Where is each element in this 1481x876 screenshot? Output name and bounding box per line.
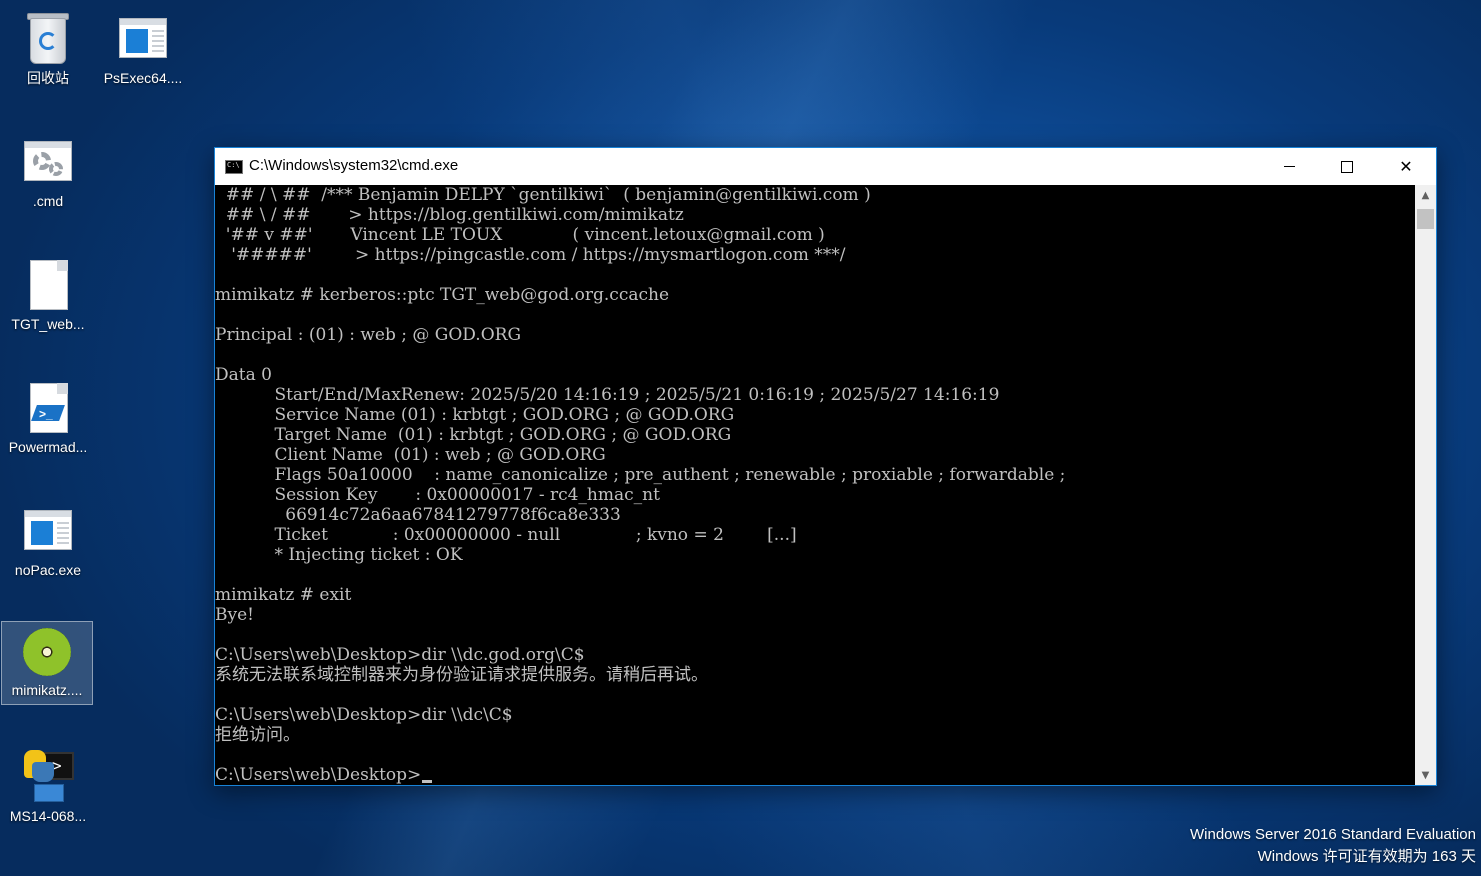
os-watermark: Windows Server 2016 Standard Evaluation … <box>1190 824 1476 868</box>
cmd-window[interactable]: C:\Windows\system32\cmd.exe ✕ ## / \ ## … <box>214 147 1437 786</box>
console-line: mimikatz # exit <box>215 585 352 605</box>
kiwi-icon <box>19 628 75 684</box>
recycle-bin-icon <box>20 10 76 64</box>
console-line: Bye! <box>215 605 254 625</box>
console-line: ## / \ ## /*** Benjamin DELPY `gentilkiw… <box>215 185 871 205</box>
console-line: Session Key : 0x00000017 - rc4_hmac_nt <box>215 485 660 505</box>
minimize-icon <box>1283 166 1295 167</box>
desktop-icon-psexec[interactable]: PsExec64.... <box>97 4 189 88</box>
desktop-icon-label: mimikatz.... <box>11 682 83 698</box>
scroll-down-arrow-icon[interactable]: ▼ <box>1415 765 1436 785</box>
console-line: '## v ##' Vincent LE TOUX ( vincent.leto… <box>215 225 825 245</box>
cmd-file-icon <box>20 133 76 189</box>
cmd-icon[interactable] <box>225 160 243 174</box>
desktop-icon-label: .cmd <box>32 193 64 209</box>
console-line: Principal : (01) : web ; @ GOD.ORG <box>215 325 522 345</box>
console-line: Service Name (01) : krbtgt ; GOD.ORG ; @… <box>215 405 735 425</box>
console-line: '#####' > https://pingcastle.com / https… <box>215 245 846 265</box>
vertical-scrollbar[interactable]: ▲ ▼ <box>1415 185 1436 785</box>
console-line: Data 0 <box>215 365 272 385</box>
maximize-button[interactable] <box>1318 148 1376 185</box>
scrollbar-thumb[interactable] <box>1417 209 1434 229</box>
desktop-icon-nopac[interactable]: noPac.exe <box>2 496 94 580</box>
console-line: Flags 50a10000 : name_canonicalize ; pre… <box>215 465 1066 485</box>
close-button[interactable]: ✕ <box>1377 148 1435 185</box>
watermark-license: Windows 许可证有效期为 163 天 <box>1257 848 1476 865</box>
console-line: * Injecting ticket : OK <box>215 545 463 565</box>
console-line: Ticket : 0x00000000 - null ; kvno = 2 [.… <box>215 525 797 545</box>
desktop-icon-recycle-bin[interactable]: 回收站 <box>2 4 94 88</box>
file-icon <box>20 256 76 312</box>
text-cursor <box>422 780 433 783</box>
console-line: 系统无法联系域控制器来为身份验证请求提供服务。请稍后再试。 <box>215 665 708 685</box>
console-line: Target Name (01) : krbtgt ; GOD.ORG ; @ … <box>215 425 732 445</box>
console-line: Client Name (01) : web ; @ GOD.ORG <box>215 445 606 465</box>
desktop-icon-mimikatz[interactable]: mimikatz.... <box>1 621 93 705</box>
console-line: C:\Users\web\Desktop>dir \\dc\C$ <box>215 705 513 725</box>
console-line: 拒绝访问。 <box>215 725 300 745</box>
desktop-icon-tgt-web[interactable]: TGT_web... <box>2 250 94 334</box>
desktop-icon-label: Powermad... <box>8 439 88 455</box>
desktop-icon-label: TGT_web... <box>11 316 85 332</box>
console-text: ## / \ ## /*** Benjamin DELPY `gentilkiw… <box>215 185 1415 785</box>
powershell-file-icon: >_ <box>20 379 76 435</box>
maximize-icon <box>1341 160 1353 173</box>
watermark-edition: Windows Server 2016 Standard Evaluation <box>1190 826 1476 843</box>
desktop-icon-label: 回收站 <box>27 70 69 86</box>
console-line: C:\Users\web\Desktop> <box>215 765 1415 785</box>
console-line: 66914c72a6aa67841279778f6ca8e333 <box>215 505 621 525</box>
console-line: mimikatz # kerberos::ptc TGT_web@god.org… <box>215 285 670 305</box>
desktop-icon-label: MS14-068... <box>9 808 87 824</box>
console-output[interactable]: ## / \ ## /*** Benjamin DELPY `gentilkiw… <box>215 185 1415 785</box>
desktop-icon-ms14-068[interactable]: MS14-068... <box>2 742 94 826</box>
window-title: C:\Windows\system32\cmd.exe <box>249 157 459 174</box>
exe-icon <box>20 502 76 558</box>
console-line: C:\Users\web\Desktop>dir \\dc.god.org\C$ <box>215 645 585 665</box>
minimize-button[interactable] <box>1260 148 1318 185</box>
exe-icon <box>115 10 171 66</box>
scroll-up-arrow-icon[interactable]: ▲ <box>1415 185 1436 205</box>
desktop-icon-powermad[interactable]: >_ Powermad... <box>2 373 94 457</box>
python-exe-icon <box>20 748 76 804</box>
desktop-icon-cmd-file[interactable]: .cmd <box>2 127 94 211</box>
desktop-icon-label: noPac.exe <box>14 562 82 578</box>
close-icon: ✕ <box>1399 157 1413 176</box>
console-line: Start/End/MaxRenew: 2025/5/20 14:16:19 ;… <box>215 385 1000 405</box>
desktop-icon-label: PsExec64.... <box>103 70 183 86</box>
console-line: ## \ / ## > https://blog.gentilkiwi.com/… <box>215 205 684 225</box>
title-bar[interactable]: C:\Windows\system32\cmd.exe ✕ <box>215 148 1436 185</box>
